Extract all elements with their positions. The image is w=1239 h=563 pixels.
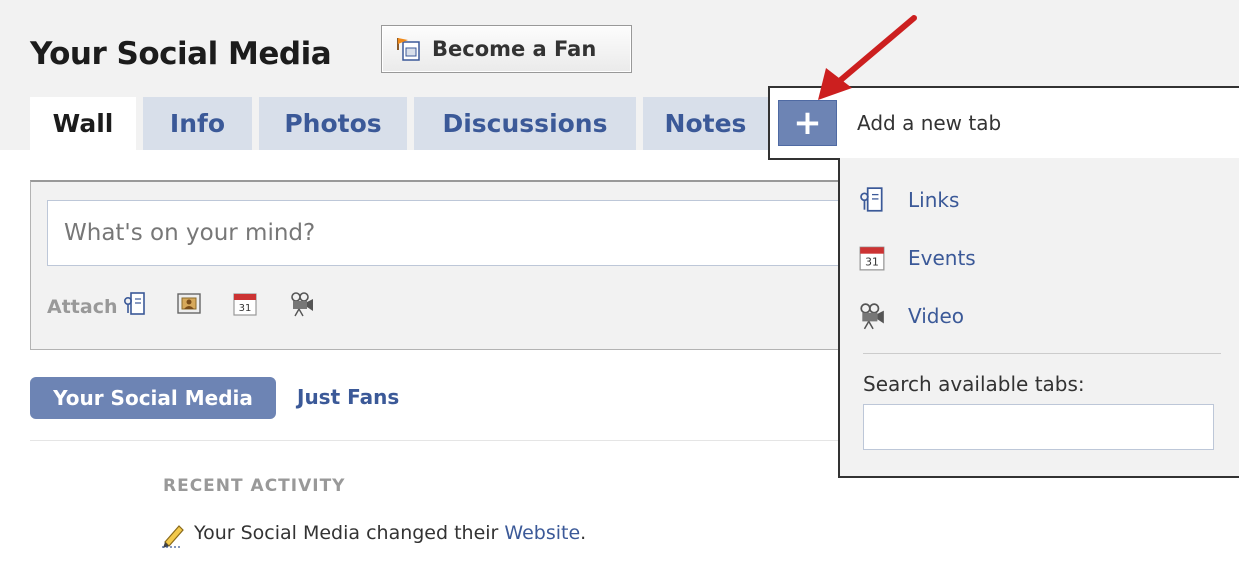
tab-photos-label: Photos	[284, 109, 382, 138]
add-tab-label: Add a new tab	[857, 111, 1002, 135]
stream-divider	[30, 440, 850, 441]
tab-photos[interactable]: Photos	[259, 97, 407, 150]
tab-notes[interactable]: Notes	[643, 97, 768, 150]
tab-info[interactable]: Info	[143, 97, 252, 150]
calendar-icon[interactable]: 31	[232, 291, 258, 317]
activity-item: Your Social Media changed their Website.	[194, 522, 586, 544]
annotation-arrow-icon	[818, 15, 917, 100]
menu-item-events[interactable]: 31 Events	[858, 242, 976, 274]
fan-page-icon	[397, 38, 420, 61]
become-a-fan-label: Become a Fan	[432, 37, 597, 61]
status-composer: Attach 31	[30, 180, 851, 350]
calendar-day-text: 31	[239, 303, 252, 314]
filter-active-label: Your Social Media	[53, 386, 253, 410]
menu-item-video-label: Video	[908, 304, 965, 328]
activity-text: Your Social Media changed their	[194, 522, 505, 544]
activity-suffix: .	[580, 522, 587, 544]
filter-just-fans[interactable]: Just Fans	[297, 385, 399, 409]
tab-info-label: Info	[169, 109, 226, 138]
become-a-fan-button[interactable]: Become a Fan	[381, 25, 632, 73]
menu-item-video[interactable]: Video	[858, 300, 964, 332]
page-title: Your Social Media	[30, 36, 332, 72]
calendar-day-text: 31	[865, 256, 879, 269]
pencil-edit-icon	[162, 525, 184, 548]
filter-your-social-media[interactable]: Your Social Media	[30, 377, 276, 419]
photo-icon[interactable]	[176, 291, 202, 317]
tab-wall-label: Wall	[52, 109, 114, 138]
status-input[interactable]	[47, 200, 851, 266]
tab-notes-label: Notes	[664, 109, 747, 138]
recent-activity-heading: RECENT ACTIVITY	[163, 476, 346, 496]
tab-discussions-label: Discussions	[442, 109, 608, 138]
search-tabs-label: Search available tabs:	[863, 372, 1085, 396]
activity-website-link[interactable]: Website	[504, 522, 580, 544]
link-icon	[860, 187, 883, 212]
video-camera-icon[interactable]	[289, 291, 315, 317]
link-icon[interactable]	[122, 291, 148, 317]
attach-label: Attach	[47, 296, 118, 318]
menu-item-links-label: Links	[908, 188, 960, 212]
menu-item-links[interactable]: Links	[858, 184, 959, 216]
menu-item-events-label: Events	[908, 246, 976, 270]
tab-discussions[interactable]: Discussions	[414, 97, 636, 150]
search-tabs-input[interactable]	[863, 404, 1214, 450]
tab-wall[interactable]: Wall	[30, 97, 136, 150]
video-camera-icon	[860, 303, 884, 330]
menu-separator	[863, 353, 1221, 354]
calendar-icon: 31	[859, 246, 885, 271]
